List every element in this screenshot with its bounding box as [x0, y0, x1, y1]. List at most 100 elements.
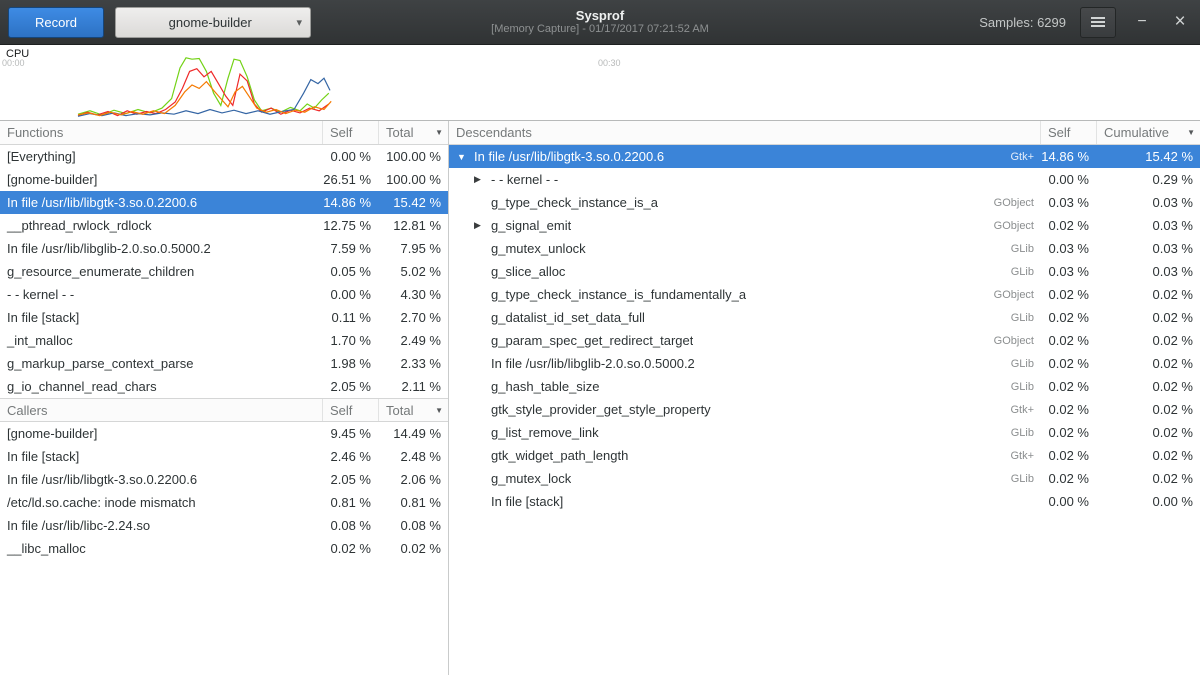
menu-button[interactable]	[1080, 7, 1116, 38]
function-row[interactable]: _int_malloc1.70 %2.49 %	[0, 329, 448, 352]
library-tag: GLib	[1001, 473, 1040, 485]
descendant-function-name: gtk_style_provider_get_style_property	[491, 402, 711, 417]
function-row[interactable]: - - kernel - -0.00 %4.30 %	[0, 283, 448, 306]
descendant-function-name: g_type_check_instance_is_a	[491, 195, 658, 210]
column-header-functions[interactable]: Functions	[0, 121, 322, 144]
function-row[interactable]: g_io_channel_read_chars2.05 %2.11 %	[0, 375, 448, 398]
function-name: In file [stack]	[0, 445, 322, 468]
column-header-cumulative-label: Cumulative	[1104, 125, 1169, 140]
column-header-self[interactable]: Self	[322, 121, 378, 144]
cumulative-percent: 0.02 %	[1096, 398, 1200, 421]
function-row[interactable]: In file /usr/lib/libgtk-3.so.0.2200.614.…	[0, 191, 448, 214]
sort-indicator-icon: ▼	[435, 128, 443, 137]
cumulative-percent: 0.02 %	[1096, 444, 1200, 467]
descendant-row[interactable]: gtk_style_provider_get_style_property Gtk…	[449, 398, 1200, 421]
caller-row[interactable]: /etc/ld.so.cache: inode mismatch0.81 %0.…	[0, 491, 448, 514]
descendant-row[interactable]: g_mutex_lockGLib0.02 %0.02 %	[449, 467, 1200, 490]
header-bar: Record gnome-builder ▾ Sysprof [Memory C…	[0, 0, 1200, 45]
expander-expanded-icon[interactable]: ▼	[457, 152, 474, 162]
sort-indicator-icon: ▼	[1187, 128, 1195, 137]
function-row[interactable]: In file /usr/lib/libglib-2.0.so.0.5000.2…	[0, 237, 448, 260]
self-percent: 0.00 %	[1040, 490, 1096, 513]
descendant-row[interactable]: g_datalist_id_set_data_fullGLib0.02 %0.0…	[449, 306, 1200, 329]
descendant-row[interactable]: g_hash_table_sizeGLib0.02 %0.02 %	[449, 375, 1200, 398]
descendant-function-name: g_param_spec_get_redirect_target	[491, 333, 693, 348]
function-row[interactable]: [gnome-builder]26.51 %100.00 %	[0, 168, 448, 191]
descendant-row[interactable]: g_param_spec_get_redirect_targetGObject0…	[449, 329, 1200, 352]
library-tag: GObject	[984, 289, 1040, 301]
record-button[interactable]: Record	[8, 7, 104, 38]
descendant-row[interactable]: In file /usr/lib/libglib-2.0.so.0.5000.2…	[449, 352, 1200, 375]
caller-row[interactable]: [gnome-builder]9.45 %14.49 %	[0, 422, 448, 445]
caller-row[interactable]: __libc_malloc0.02 %0.02 %	[0, 537, 448, 560]
descendant-function-name: gtk_widget_path_length	[491, 448, 628, 463]
close-button[interactable]: ×	[1168, 8, 1192, 36]
self-percent: 0.00 %	[322, 145, 378, 168]
caller-row[interactable]: In file [stack]2.46 %2.48 %	[0, 445, 448, 468]
process-selector-value: gnome-builder	[124, 15, 296, 30]
descendant-row[interactable]: ▶- - kernel - -0.00 %0.29 %	[449, 168, 1200, 191]
self-percent: 14.86 %	[322, 191, 378, 214]
column-header-self[interactable]: Self	[1040, 121, 1096, 144]
cpu-graph[interactable]: CPU 00:00 00:30	[0, 45, 1200, 121]
self-percent: 12.75 %	[322, 214, 378, 237]
cumulative-percent: 0.29 %	[1096, 168, 1200, 191]
cumulative-percent: 0.02 %	[1096, 421, 1200, 444]
descendant-function-name: In file /usr/lib/libglib-2.0.so.0.5000.2	[491, 356, 695, 371]
function-name: [gnome-builder]	[0, 422, 322, 445]
self-percent: 9.45 %	[322, 422, 378, 445]
self-percent: 0.81 %	[322, 491, 378, 514]
process-selector-dropdown[interactable]: gnome-builder ▾	[115, 7, 311, 38]
expander-collapsed-icon[interactable]: ▶	[474, 174, 491, 185]
column-header-cumulative[interactable]: Cumulative ▼	[1096, 121, 1200, 144]
cumulative-percent: 0.02 %	[1096, 283, 1200, 306]
time-tick-start: 00:00	[2, 58, 25, 68]
descendant-row[interactable]: g_type_check_instance_is_fundamentally_a…	[449, 283, 1200, 306]
cumulative-percent: 15.42 %	[1096, 145, 1200, 168]
column-header-total[interactable]: Total ▼	[378, 399, 448, 421]
descendant-name-cell: g_type_check_instance_is_fundamentally_a…	[449, 283, 1040, 306]
expander-collapsed-icon[interactable]: ▶	[474, 220, 491, 231]
caller-row[interactable]: In file /usr/lib/libc-2.24.so0.08 %0.08 …	[0, 514, 448, 537]
column-header-total[interactable]: Total ▼	[378, 121, 448, 144]
function-name: In file /usr/lib/libglib-2.0.so.0.5000.2	[0, 237, 322, 260]
column-header-total-label: Total	[386, 125, 413, 140]
total-percent: 0.08 %	[378, 514, 448, 537]
descendant-row[interactable]: gtk_widget_path_lengthGtk+0.02 %0.02 %	[449, 444, 1200, 467]
self-percent: 0.00 %	[1040, 168, 1096, 191]
column-header-descendants[interactable]: Descendants	[449, 121, 1040, 144]
descendant-row[interactable]: g_type_check_instance_is_aGObject0.03 %0…	[449, 191, 1200, 214]
functions-table-header: Functions Self Total ▼	[0, 121, 448, 145]
column-header-callers[interactable]: Callers	[0, 399, 322, 421]
function-row[interactable]: g_resource_enumerate_children0.05 %5.02 …	[0, 260, 448, 283]
total-percent: 2.70 %	[378, 306, 448, 329]
callers-table-body: [gnome-builder]9.45 %14.49 %In file [sta…	[0, 422, 448, 560]
descendant-row[interactable]: ▼In file /usr/lib/libgtk-3.so.0.2200.6Gt…	[449, 145, 1200, 168]
descendant-row[interactable]: In file [stack]0.00 %0.00 %	[449, 490, 1200, 513]
self-percent: 0.02 %	[1040, 283, 1096, 306]
column-header-self[interactable]: Self	[322, 399, 378, 421]
function-row[interactable]: g_markup_parse_context_parse1.98 %2.33 %	[0, 352, 448, 375]
minimize-button[interactable]: −	[1130, 8, 1154, 36]
function-name: /etc/ld.so.cache: inode mismatch	[0, 491, 322, 514]
cumulative-percent: 0.03 %	[1096, 237, 1200, 260]
cpu-series-red	[78, 69, 329, 116]
descendant-row[interactable]: ▶g_signal_emitGObject0.02 %0.03 %	[449, 214, 1200, 237]
total-percent: 100.00 %	[378, 145, 448, 168]
function-row[interactable]: __pthread_rwlock_rdlock12.75 %12.81 %	[0, 214, 448, 237]
descendant-row[interactable]: g_mutex_unlockGLib0.03 %0.03 %	[449, 237, 1200, 260]
self-percent: 0.05 %	[322, 260, 378, 283]
function-row[interactable]: In file [stack]0.11 %2.70 %	[0, 306, 448, 329]
function-row[interactable]: [Everything]0.00 %100.00 %	[0, 145, 448, 168]
cumulative-percent: 0.02 %	[1096, 375, 1200, 398]
function-name: [Everything]	[0, 145, 322, 168]
total-percent: 12.81 %	[378, 214, 448, 237]
function-name: g_markup_parse_context_parse	[0, 352, 322, 375]
descendant-row[interactable]: g_slice_allocGLib0.03 %0.03 %	[449, 260, 1200, 283]
function-name: g_resource_enumerate_children	[0, 260, 322, 283]
descendant-row[interactable]: g_list_remove_linkGLib0.02 %0.02 %	[449, 421, 1200, 444]
self-percent: 0.03 %	[1040, 237, 1096, 260]
library-tag: GObject	[984, 220, 1040, 232]
library-tag: Gtk+	[1000, 404, 1040, 416]
caller-row[interactable]: In file /usr/lib/libgtk-3.so.0.2200.62.0…	[0, 468, 448, 491]
